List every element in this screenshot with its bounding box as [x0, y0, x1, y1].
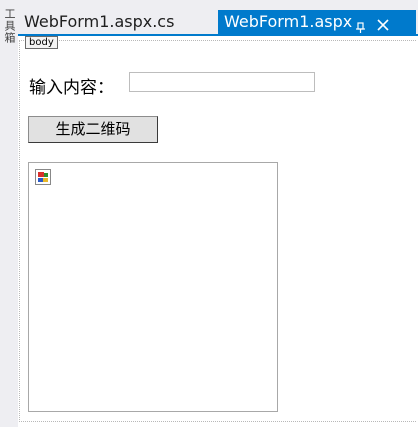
design-editor[interactable]: body 输入内容： 生成二维码 [18, 36, 418, 427]
body-tag-label[interactable]: body [25, 36, 58, 49]
content-input[interactable] [129, 72, 315, 92]
input-label: 输入内容： [29, 78, 114, 98]
tab-webform1-aspx-cs[interactable]: WebForm1.aspx.cs [18, 10, 198, 34]
qrcode-image[interactable] [28, 162, 278, 412]
toolbox-sidebar[interactable]: 工具箱 [0, 0, 19, 427]
generate-qrcode-button[interactable]: 生成二维码 [28, 116, 158, 143]
close-icon[interactable] [376, 15, 390, 31]
tab-label: WebForm1.aspx.cs [24, 12, 175, 31]
pin-icon[interactable] [354, 16, 366, 33]
broken-image-icon [35, 169, 51, 185]
toolbox-label[interactable]: 工具箱 [3, 8, 16, 44]
tab-label: WebForm1.aspx [224, 12, 353, 31]
document-tab-bar: WebForm1.aspx.cs WebForm1.aspx [18, 0, 418, 36]
tab-webform1-aspx[interactable]: WebForm1.aspx [218, 10, 416, 34]
